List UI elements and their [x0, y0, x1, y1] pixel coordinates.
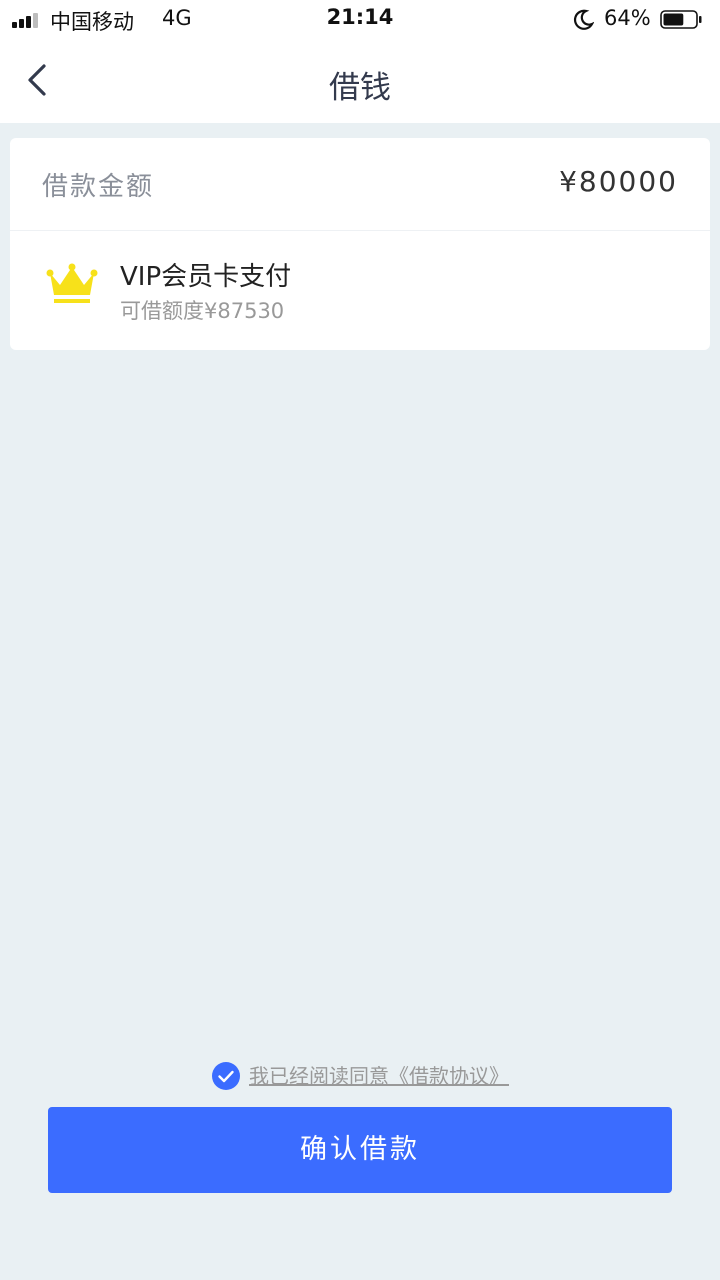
- page-title: 借钱: [329, 70, 391, 106]
- loan-card: 借款金额 ¥80000 VIP会员卡支付 可借额度¥87530: [10, 138, 710, 350]
- crown-icon: [46, 263, 98, 303]
- loan-agreement-link[interactable]: 我已经阅读同意《借款协议》: [249, 1060, 509, 1092]
- confirm-loan-button[interactable]: 确认借款: [48, 1107, 672, 1193]
- payment-method-name: VIP会员卡支付: [120, 262, 292, 292]
- battery-icon: [660, 10, 702, 29]
- loan-amount-row: 借款金额 ¥80000: [10, 138, 710, 231]
- agreement-checkbox[interactable]: [211, 1061, 241, 1091]
- nav-bar: 借钱: [0, 40, 720, 123]
- available-credit: 可借额度¥87530: [120, 299, 285, 323]
- status-bar: 中国移动 4G 21:14 64%: [0, 0, 720, 40]
- loan-amount-label: 借款金额: [42, 172, 155, 202]
- agreement-row: 我已经阅读同意《借款协议》: [0, 1060, 720, 1092]
- payment-method-row[interactable]: VIP会员卡支付 可借额度¥87530: [10, 231, 710, 350]
- moon-icon: [574, 9, 594, 30]
- battery-percent: 64%: [604, 6, 651, 30]
- loan-amount-value: ¥80000: [559, 165, 678, 198]
